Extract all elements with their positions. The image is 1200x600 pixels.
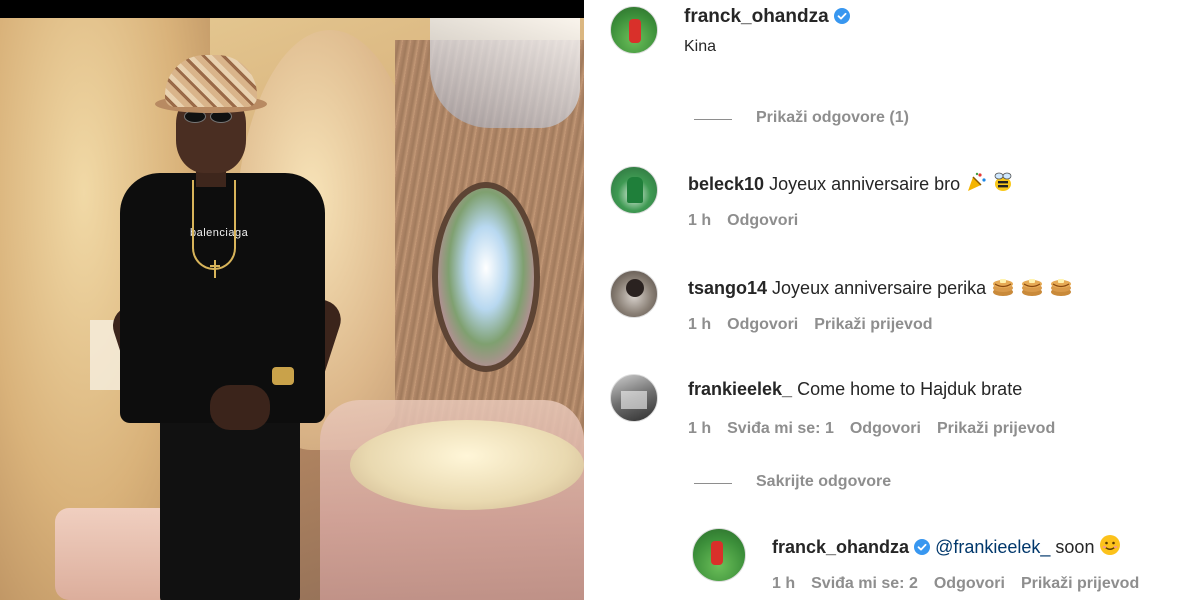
photo-oval-window	[432, 182, 540, 372]
comment-beleck10: beleck10 Joyeux anniversaire bro	[688, 171, 1014, 195]
photo-glass-sculpture	[430, 18, 580, 128]
reply-button[interactable]: Odgovori	[727, 316, 798, 333]
person-chain	[192, 180, 236, 270]
comment-meta: 1 h Odgovori	[688, 212, 814, 230]
reply-text: soon	[1055, 537, 1095, 557]
person-pants	[160, 415, 300, 600]
comment-text: Joyeux anniversaire perika	[772, 278, 987, 298]
watch-icon	[272, 367, 294, 385]
comment-text: Joyeux anniversaire bro	[769, 174, 961, 194]
post-author-row: franck_ohandza	[684, 6, 850, 28]
frankieelek-avatar[interactable]	[610, 374, 658, 422]
beleck10-avatar[interactable]	[610, 166, 658, 214]
reply-button[interactable]: Odgovori	[850, 420, 921, 437]
cross-pendant-icon	[210, 260, 220, 278]
pancakes-icon	[993, 279, 1014, 296]
pancakes-icon	[1051, 279, 1072, 296]
reply-author-avatar[interactable]	[692, 528, 746, 582]
reply-comment: franck_ohandza @frankieelek_ soon	[772, 534, 1121, 558]
comments-panel: franck_ohandza Kina Prikaži odgovore (1)…	[584, 0, 1200, 600]
reply-meta: 1 h Sviđa mi se: 2 Odgovori Prikaži prijevo…	[772, 575, 1155, 593]
tsango14-avatar[interactable]	[610, 270, 658, 318]
pancakes-icon	[1022, 279, 1043, 296]
likes-count-button[interactable]: Sviđa mi se: 2	[811, 575, 918, 592]
show-translation-button[interactable]: Prikaži prijevod	[814, 316, 932, 333]
verified-badge-icon	[833, 8, 850, 24]
reply-button[interactable]: Odgovori	[934, 575, 1005, 592]
comment-time: 1 h	[688, 212, 712, 229]
bee-icon	[994, 172, 1012, 191]
comment-username[interactable]: beleck10	[688, 174, 764, 194]
author-avatar[interactable]	[610, 6, 658, 54]
show-translation-button[interactable]: Prikaži prijevod	[1021, 575, 1139, 592]
thread-divider	[694, 483, 732, 484]
verified-badge-icon	[914, 539, 931, 555]
thread-divider	[694, 119, 732, 120]
comment-tsango14: tsango14 Joyeux anniversaire perika	[688, 275, 1073, 299]
photo-person: balenciaga	[107, 55, 370, 600]
comment-text: Come home to Hajduk brate	[797, 379, 1023, 399]
smiling-face-icon	[1100, 535, 1121, 555]
comment-time: 1 h	[688, 420, 712, 437]
comment-frankieelek: frankieelek_ Come home to Hajduk brate	[688, 379, 1022, 400]
person-hands	[210, 385, 270, 430]
mention-link[interactable]: @frankieelek_	[935, 537, 1050, 557]
comment-meta: 1 h Sviđa mi se: 1 Odgovori Prikaži prijevo…	[688, 420, 1071, 438]
likes-count-button[interactable]: Sviđa mi se: 1	[727, 420, 834, 437]
comment-time: 1 h	[688, 316, 712, 333]
comment-meta: 1 h Odgovori Prikaži prijevod	[688, 316, 949, 334]
reply-username[interactable]: franck_ohandza	[772, 537, 909, 557]
show-replies-link[interactable]: Prikaži odgovore (1)	[756, 109, 909, 127]
post-photo: balenciaga	[0, 0, 584, 600]
comment-username[interactable]: frankieelek_	[688, 379, 792, 399]
bucket-hat	[165, 55, 257, 107]
hide-replies-link[interactable]: Sakrijte odgovore	[756, 473, 891, 491]
post-author-username[interactable]: franck_ohandza	[684, 6, 829, 27]
photo-top-bar	[0, 0, 584, 18]
show-translation-button[interactable]: Prikaži prijevod	[937, 420, 1055, 437]
reply-button[interactable]: Odgovori	[727, 212, 798, 229]
photo-table	[350, 420, 584, 510]
post-caption: Kina	[684, 38, 717, 55]
party-popper-icon	[968, 172, 986, 191]
reply-time: 1 h	[772, 575, 796, 592]
comment-username[interactable]: tsango14	[688, 278, 767, 298]
